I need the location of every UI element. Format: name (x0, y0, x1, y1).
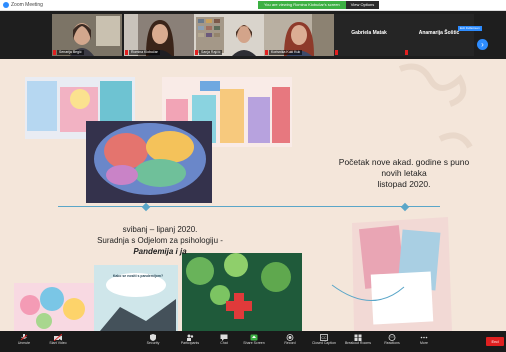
muted-mic-icon (125, 50, 128, 55)
reactions-label: Reactions (384, 341, 400, 345)
participant-tile[interactable]: Gabriela Matak (334, 14, 404, 56)
slide-heading-left-line: Suradnja s Odjelom za psihologiju - (97, 236, 223, 245)
share-screen-icon (250, 334, 258, 341)
start-video-button[interactable]: Start Video (40, 333, 76, 351)
participants-button[interactable]: Participants (172, 333, 208, 351)
slide-heading-left: svibanj – lipanj 2020. Suradnja s Odjelo… (60, 224, 260, 257)
security-button[interactable]: Security (135, 333, 171, 351)
participant-tile[interactable]: Romina Klobučar (124, 14, 194, 56)
timeline-line (58, 206, 440, 207)
start-video-label: Start Video (49, 341, 67, 345)
participant-tile[interactable]: Senarija Begić (52, 14, 122, 56)
more-icon (420, 336, 428, 339)
share-screen-button[interactable]: Share Screen (236, 333, 272, 351)
participants-label: Participants (180, 341, 200, 345)
record-button[interactable]: Record (272, 333, 308, 351)
muted-mic-icon (195, 50, 198, 55)
slide-heading-right-line: listopad 2020. (377, 179, 431, 189)
meeting-toolbar: Unmute Start Video Security Participants… (0, 331, 506, 352)
slide-heading-right-line: Početak nove akad. godine s puno (338, 157, 470, 167)
slide-heading-left-line: svibanj – lipanj 2020. (122, 225, 198, 234)
participant-tile[interactable]: Anamarija Šoštić (404, 14, 474, 56)
zoom-logo-icon (3, 2, 9, 8)
participant-name: Korisnika Kuki Kuk (269, 50, 303, 55)
unmute-label: Unmute (17, 341, 31, 345)
video-camera-icon (54, 334, 62, 341)
shield-icon (150, 334, 156, 341)
security-label: Security (146, 341, 160, 345)
participant-name: Sanja Rajčić (199, 50, 223, 55)
participant-name: Gabriela Matak (351, 30, 387, 36)
reactions-button[interactable]: Reactions (374, 333, 410, 351)
poster-text: Kako se nositi s pandemijom? (112, 274, 164, 278)
participant-name: Romina Klobučar (129, 50, 160, 55)
exit-fullscreen-button[interactable]: Exit Fullscreen (458, 26, 482, 31)
record-label: Record (284, 341, 296, 345)
participant-strip: Senarija Begić Romina Klobučar Sanja Raj… (0, 11, 506, 59)
participants-icon (187, 334, 194, 341)
slide-heading-right-line: novih letaka (381, 168, 427, 178)
breakout-rooms-icon (354, 334, 362, 341)
closed-caption-button[interactable]: CC Closed Caption (306, 333, 342, 351)
muted-mic-icon (335, 50, 338, 55)
window-titlebar: Zoom Meeting (0, 0, 506, 11)
screen-share-banner: You are viewing Romina Klobučar's screen… (258, 1, 380, 9)
breakout-rooms-button[interactable]: Breakout Rooms (340, 333, 376, 351)
muted-mic-icon (53, 50, 56, 55)
next-page-button[interactable]: › (477, 39, 488, 50)
participant-tile[interactable]: Sanja Rajčić (194, 14, 264, 56)
slide-heading-left-italic: Pandemija i ja (133, 247, 187, 256)
slide-heading-right: Početak nove akad. godine s puno novih l… (310, 157, 498, 190)
share-screen-label: Share Screen (243, 341, 265, 345)
more-button[interactable]: More (406, 333, 442, 351)
share-banner-message: You are viewing Romina Klobučar's screen (258, 1, 346, 9)
slide-artwork (14, 63, 473, 331)
muted-mic-icon (265, 50, 268, 55)
microphone-icon (20, 334, 28, 341)
svg-text:CC: CC (321, 336, 327, 340)
unmute-button[interactable]: Unmute (6, 333, 42, 351)
breakout-rooms-label: Breakout Rooms (344, 341, 372, 345)
end-meeting-button[interactable]: End (486, 337, 504, 346)
participant-name: Senarija Begić (57, 50, 84, 55)
chat-icon (220, 334, 228, 341)
muted-mic-icon (405, 50, 408, 55)
cc-icon: CC (320, 334, 328, 341)
participant-tile[interactable]: Korisnika Kuki Kuk (264, 14, 334, 56)
record-icon (286, 334, 294, 341)
shared-screen-slide: Početak nove akad. godine s puno novih l… (0, 59, 506, 331)
reactions-icon (388, 334, 396, 341)
closed-caption-label: Closed Caption (312, 341, 336, 345)
view-options-button[interactable]: View Options (345, 1, 380, 9)
window-title: Zoom Meeting (11, 2, 43, 8)
more-label: More (420, 341, 428, 345)
chevron-right-icon: › (481, 40, 484, 49)
